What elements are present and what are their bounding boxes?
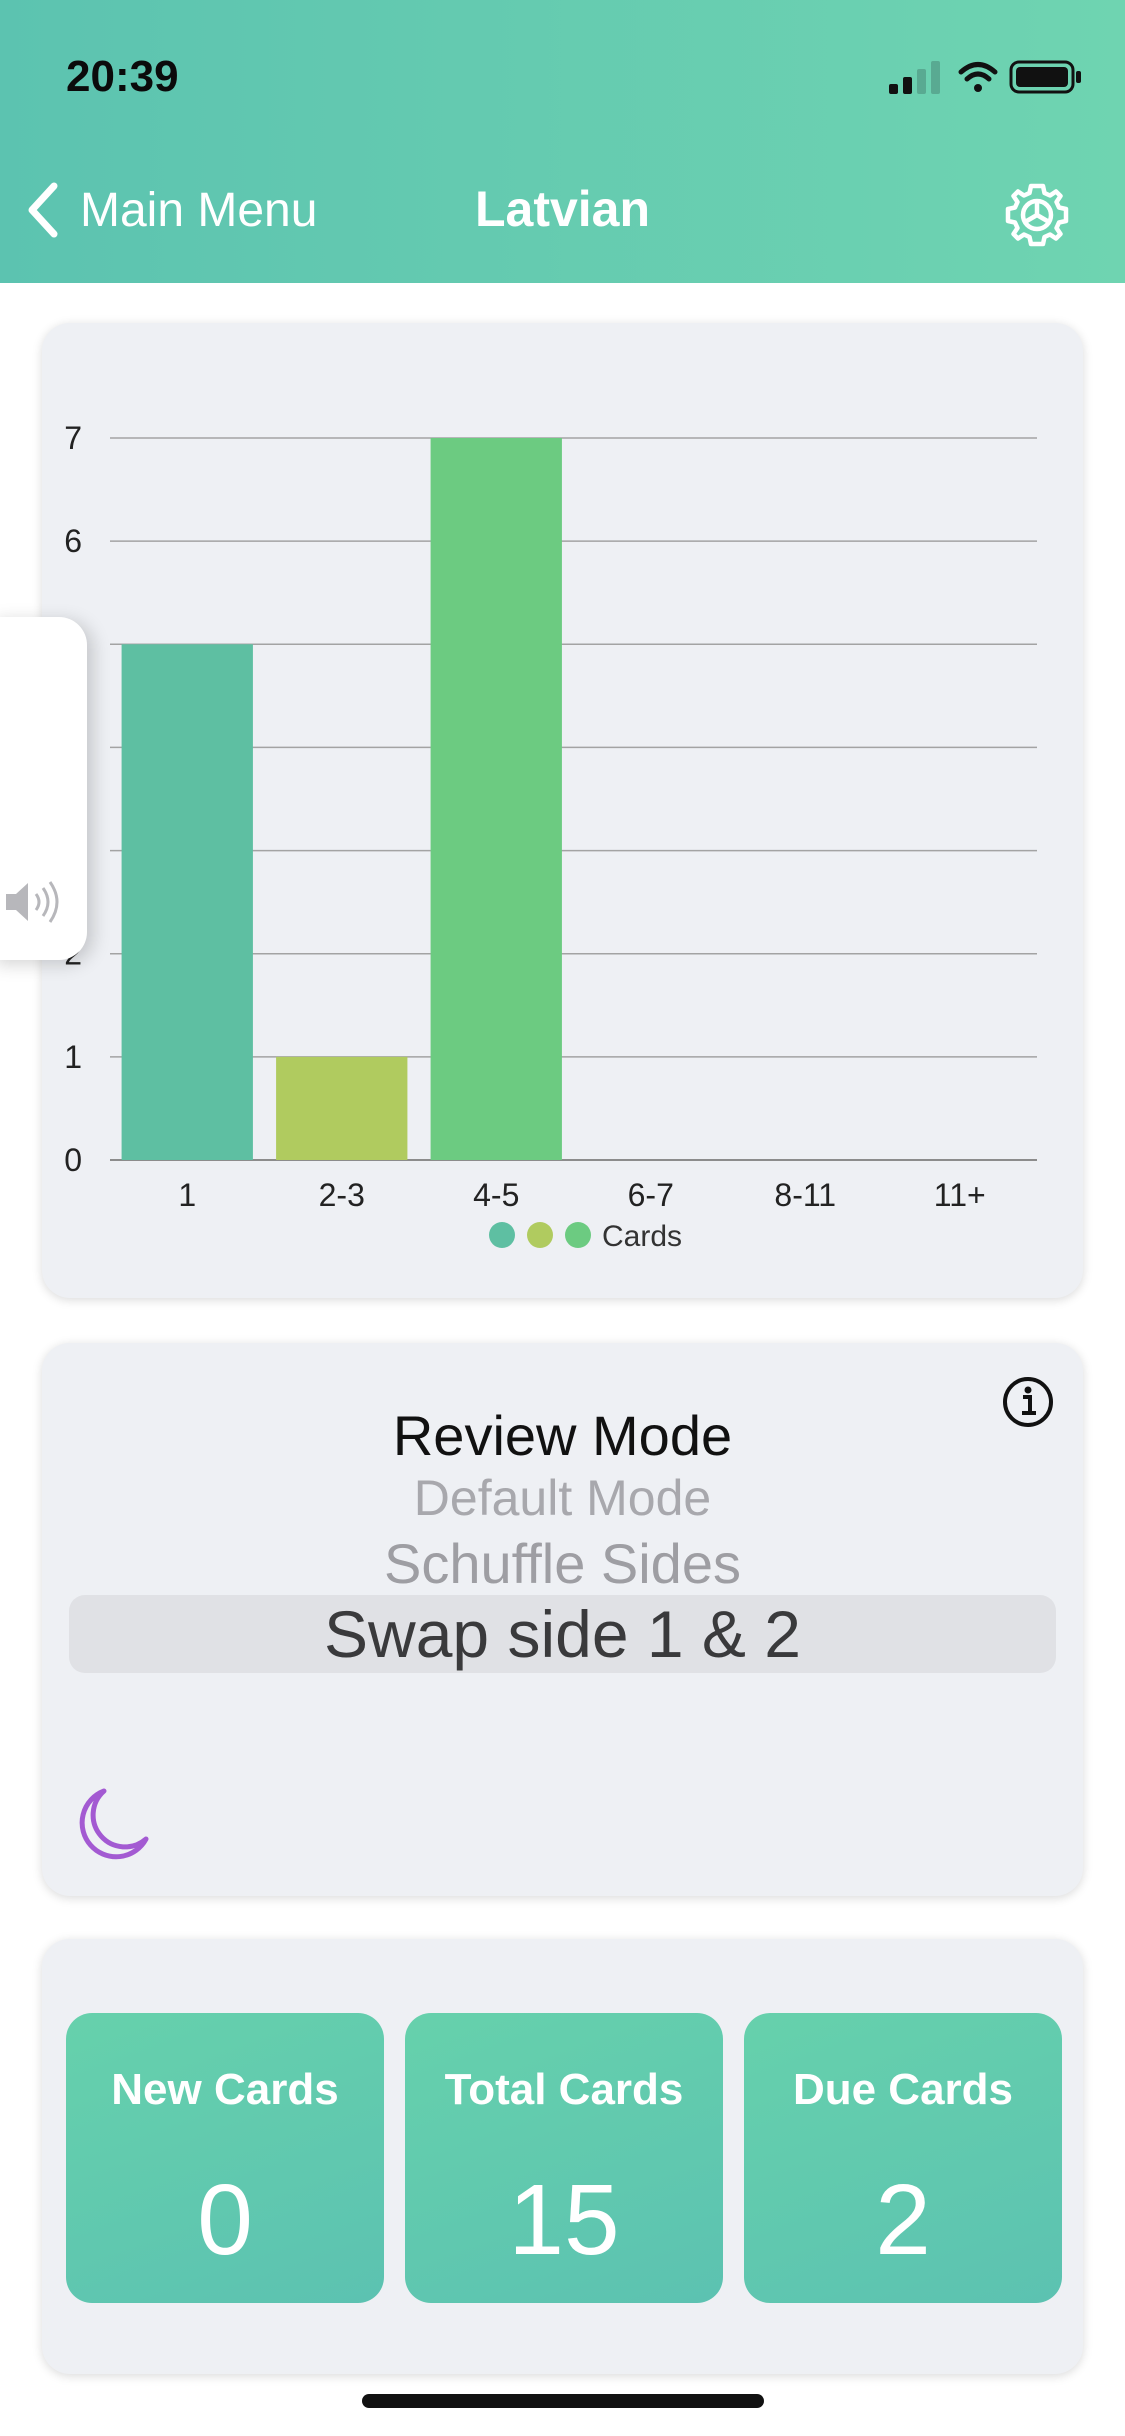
stat-label: Total Cards bbox=[444, 2065, 684, 2114]
picker-option-swap-selected[interactable]: Swap side 1 & 2 bbox=[42, 1595, 1083, 1673]
x-tick-label: 8-11 bbox=[774, 1177, 836, 1213]
info-button[interactable] bbox=[1001, 1375, 1055, 1434]
nav-header: 20:39 Main Menu Latvian bbox=[0, 0, 1125, 283]
legend-swatch bbox=[489, 1222, 515, 1248]
review-mode-title: Review Mode bbox=[392, 1404, 733, 1467]
picker-option-default[interactable]: Default Mode bbox=[42, 1469, 1083, 1527]
x-tick-label: 11+ bbox=[934, 1177, 986, 1213]
chart-card: 0123456712-34-56-78-1111+Cards bbox=[42, 323, 1083, 1298]
x-tick-label: 4-5 bbox=[473, 1177, 519, 1213]
due-cards-tile[interactable]: Due Cards 2 bbox=[744, 2013, 1062, 2303]
legend-label: Cards bbox=[602, 1220, 682, 1253]
bar bbox=[276, 1056, 408, 1160]
x-tick-label: 1 bbox=[178, 1177, 196, 1213]
moon-icon bbox=[79, 1788, 149, 1860]
x-tick-label: 2-3 bbox=[319, 1177, 365, 1213]
page-title: Latvian bbox=[474, 181, 651, 237]
new-cards-tile[interactable]: New Cards 0 bbox=[66, 2013, 384, 2303]
battery-icon bbox=[1009, 60, 1081, 94]
legend-swatch bbox=[527, 1222, 553, 1248]
y-tick-label: 1 bbox=[64, 1039, 82, 1075]
stat-value: 15 bbox=[508, 2164, 620, 2276]
total-cards-tile[interactable]: Total Cards 15 bbox=[405, 2013, 723, 2303]
gear-icon bbox=[1005, 183, 1069, 247]
speaker-icon bbox=[6, 881, 59, 923]
signal-icon bbox=[889, 61, 940, 94]
y-tick-label: 0 bbox=[64, 1142, 82, 1178]
side-audio-panel bbox=[0, 617, 87, 960]
x-tick-label: 6-7 bbox=[628, 1177, 674, 1213]
wifi-icon bbox=[958, 62, 998, 92]
status-time: 20:39 bbox=[66, 52, 179, 101]
bar bbox=[121, 644, 253, 1160]
stat-label: New Cards bbox=[111, 2065, 339, 2114]
legend-swatch bbox=[565, 1222, 591, 1248]
settings-button[interactable] bbox=[999, 180, 1075, 261]
stat-value: 2 bbox=[875, 2164, 931, 2276]
y-tick-label: 6 bbox=[64, 523, 82, 559]
night-mode-button[interactable] bbox=[68, 1783, 154, 1874]
picker-option-shuffle[interactable]: Schuffle Sides bbox=[42, 1531, 1083, 1596]
info-icon bbox=[1003, 1377, 1053, 1427]
stat-value: 0 bbox=[197, 2164, 253, 2276]
home-indicator bbox=[362, 2394, 764, 2408]
status-icons bbox=[889, 60, 1081, 94]
review-mode-card: Review Mode Default Mode Schuffle Sides … bbox=[42, 1343, 1083, 1896]
speaker-button[interactable] bbox=[2, 877, 66, 932]
review-histogram: 0123456712-34-56-78-1111+Cards bbox=[64, 420, 1037, 1253]
y-tick-label: 7 bbox=[64, 420, 82, 456]
bar bbox=[430, 438, 562, 1160]
stats-card: New Cards 0 Total Cards 15 Due Cards 2 bbox=[42, 1939, 1083, 2374]
stat-label: Due Cards bbox=[792, 2065, 1014, 2114]
